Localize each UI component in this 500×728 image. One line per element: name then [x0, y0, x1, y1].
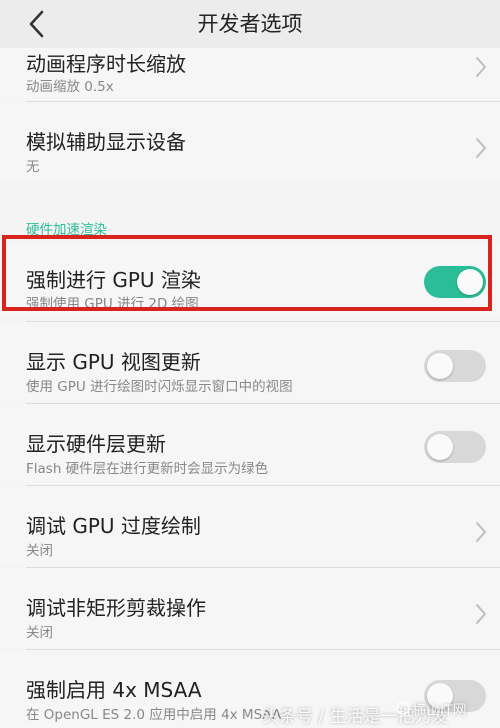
setting-show-gpu-updates[interactable]: 显示 GPU 视图更新 使用 GPU 进行绘图时闪烁显示窗口中的视图 — [0, 322, 500, 402]
watermark-logo-icon — [396, 701, 410, 715]
setting-animation-scale[interactable]: 动画程序时长缩放 动画缩放 0.5x — [0, 48, 500, 100]
force-gpu-toggle[interactable] — [424, 266, 486, 298]
setting-subtitle: 在 OpenGL ES 2.0 应用中启用 4x MSAA — [26, 707, 282, 723]
title-bar: 开发者选项 — [0, 0, 500, 49]
setting-title: 调试 GPU 过度绘制 — [26, 514, 201, 538]
toggle-knob — [427, 353, 453, 379]
setting-subtitle: 使用 GPU 进行绘图时闪烁显示窗口中的视图 — [26, 379, 293, 395]
chevron-right-icon — [476, 138, 486, 158]
setting-title: 调试非矩形剪裁操作 — [26, 596, 206, 620]
toggle-knob — [427, 434, 453, 460]
section-header-hw-rendering: 硬件加速渲染 — [26, 222, 107, 238]
chevron-right-icon — [476, 604, 486, 624]
setting-subtitle: 动画缩放 0.5x — [26, 79, 114, 95]
setting-title: 显示 GPU 视图更新 — [26, 350, 201, 374]
chevron-right-icon — [476, 57, 486, 77]
setting-title: 强制启用 4x MSAA — [26, 678, 202, 702]
setting-subtitle: Flash 硬件层在进行更新时会显示为绿色 — [26, 461, 269, 477]
setting-subtitle: 强制使用 GPU 进行 2D 绘图 — [26, 296, 199, 312]
show-gpu-updates-toggle[interactable] — [424, 350, 486, 382]
watermark-site: 横山IT网 — [412, 703, 467, 719]
setting-subtitle: 关闭 — [26, 543, 53, 559]
setting-subtitle: 无 — [26, 159, 40, 175]
setting-subtitle: 关闭 — [26, 625, 53, 641]
setting-debug-overdraw[interactable]: 调试 GPU 过度绘制 关闭 — [0, 486, 500, 566]
toggle-knob — [457, 269, 483, 295]
page-title: 开发者选项 — [197, 12, 303, 36]
settings-list: 动画程序时长缩放 动画缩放 0.5x 模拟辅助显示设备 无 硬件加速渲染 强制进… — [0, 48, 500, 728]
show-hw-layers-toggle[interactable] — [424, 431, 486, 463]
setting-title: 显示硬件层更新 — [26, 432, 166, 456]
setting-debug-nonrect-clip[interactable]: 调试非矩形剪裁操作 关闭 — [0, 568, 500, 648]
setting-title: 强制进行 GPU 渲染 — [26, 268, 201, 292]
setting-simulate-display[interactable]: 模拟辅助显示设备 无 — [0, 102, 500, 180]
setting-force-gpu[interactable]: 强制进行 GPU 渲染 强制使用 GPU 进行 2D 绘图 — [0, 242, 500, 316]
setting-show-hw-layers[interactable]: 显示硬件层更新 Flash 硬件层在进行更新时会显示为绿色 — [0, 404, 500, 484]
setting-title: 动画程序时长缩放 — [26, 52, 186, 76]
chevron-right-icon — [476, 522, 486, 542]
setting-title: 模拟辅助显示设备 — [26, 130, 186, 154]
